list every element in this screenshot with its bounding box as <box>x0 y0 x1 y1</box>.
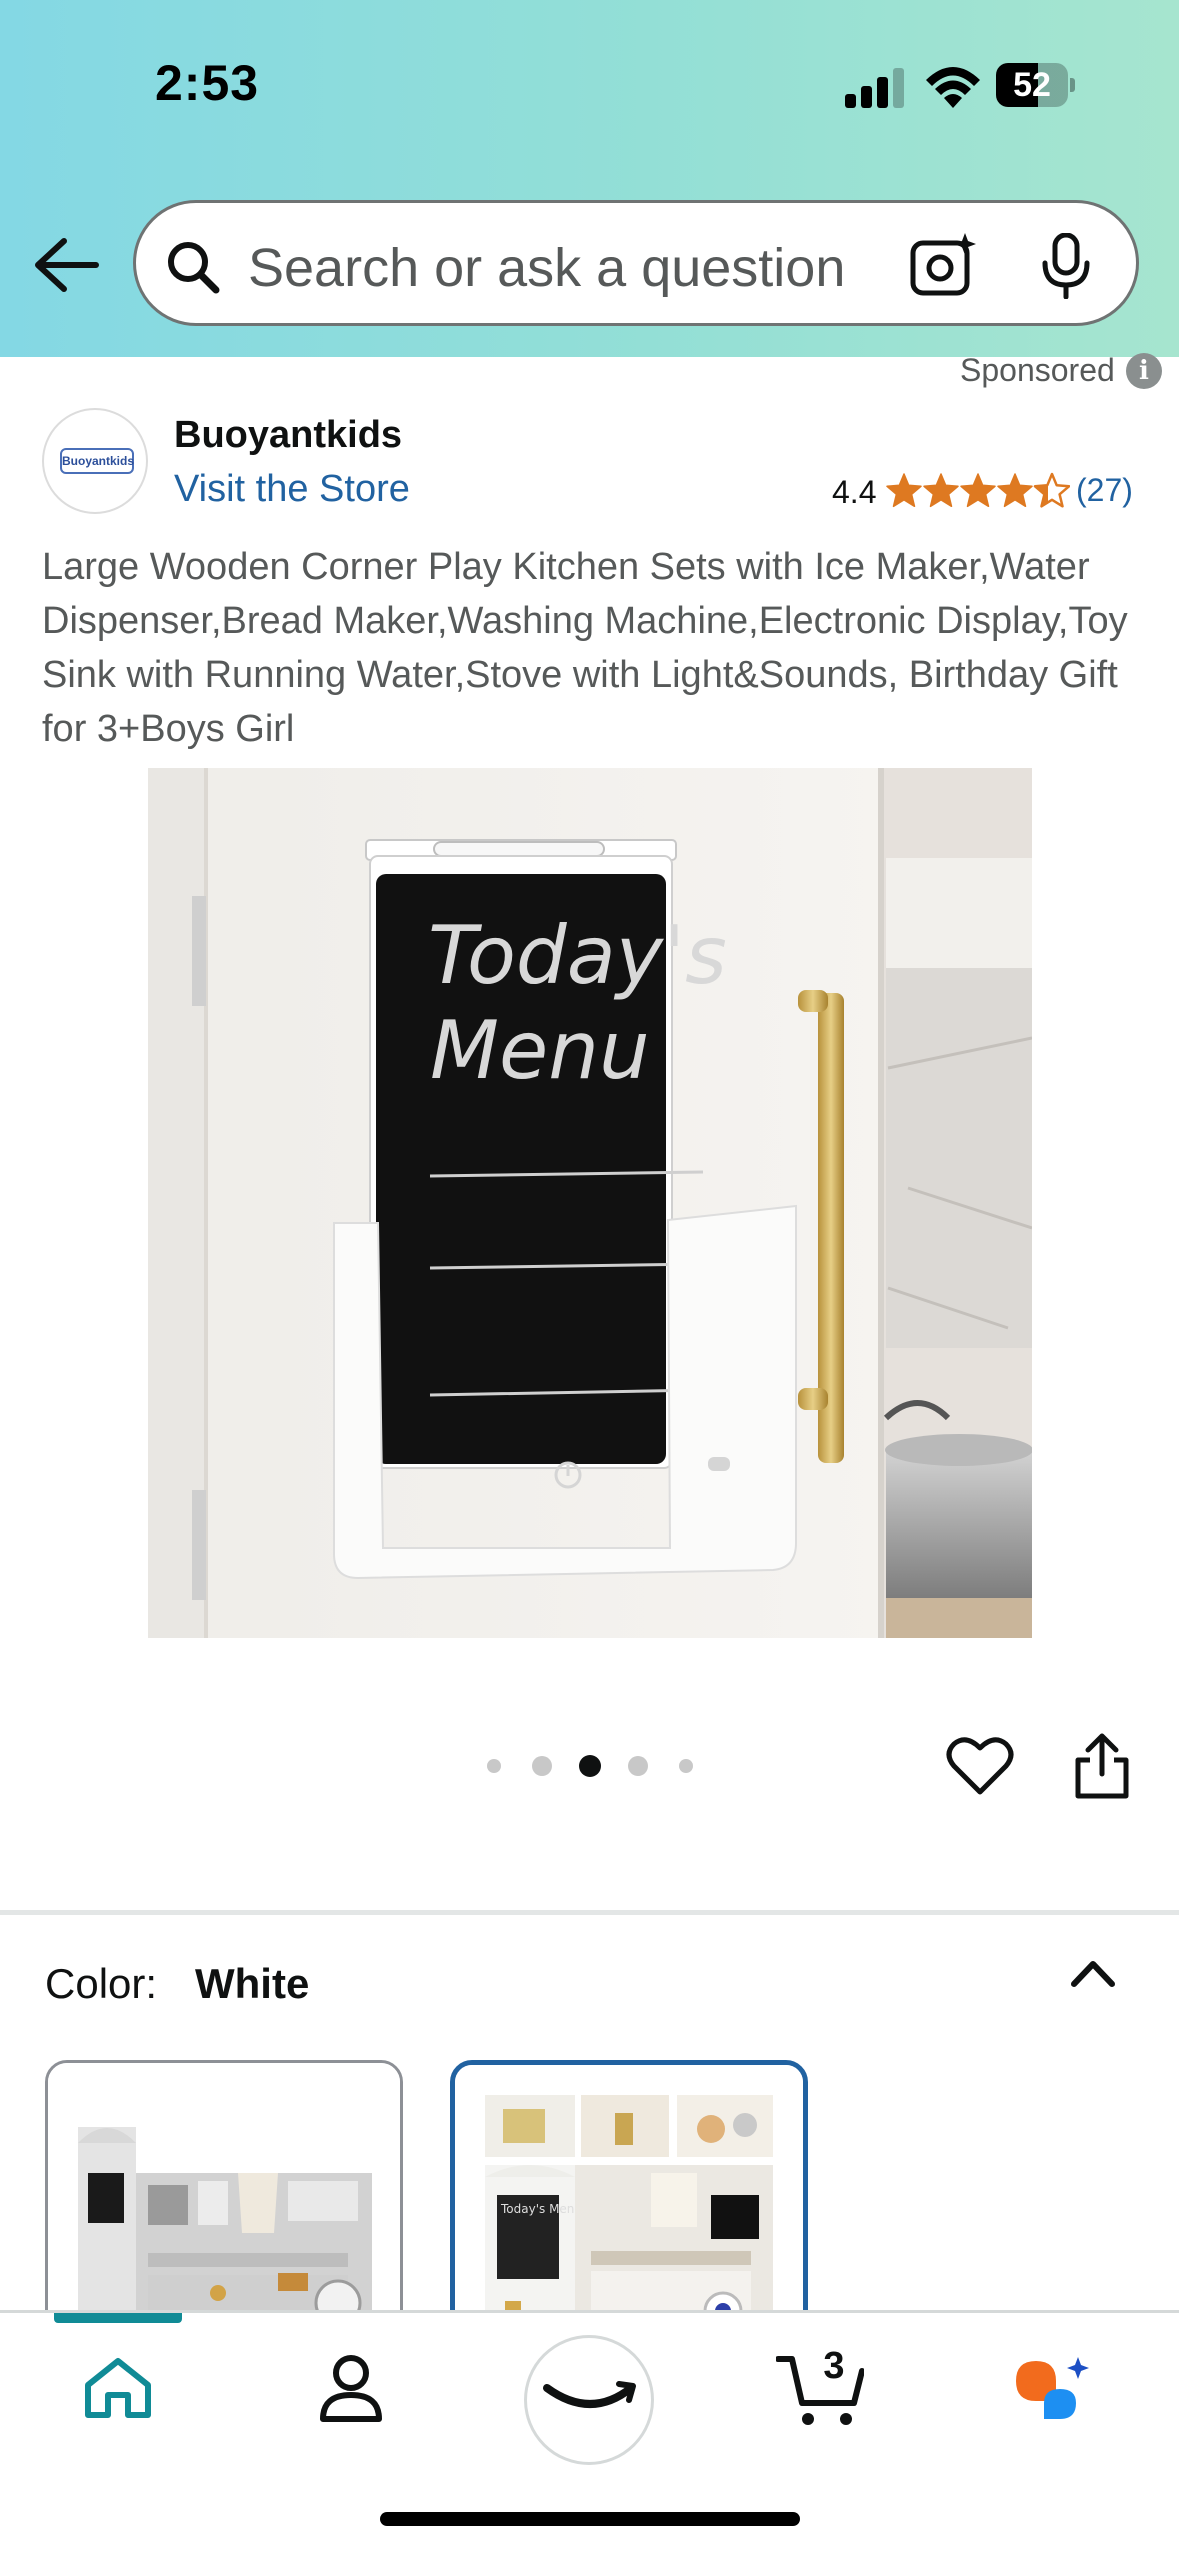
sponsored-label: Sponsored <box>960 352 1115 388</box>
color-label: Color: <box>45 1960 158 2007</box>
search-input[interactable]: Search or ask a question <box>248 237 948 299</box>
carousel-dot[interactable] <box>487 1759 501 1773</box>
star-rating-icon[interactable] <box>886 470 1070 510</box>
home-indicator-bar[interactable] <box>380 2512 800 2526</box>
color-swatch-white[interactable]: Today's Menu <box>450 2060 808 2340</box>
share-icon[interactable] <box>1072 1732 1132 1800</box>
board-text-line-2: Menu <box>430 1004 650 1097</box>
search-icon <box>168 242 220 294</box>
color-swatch-grey[interactable] <box>45 2060 403 2340</box>
product-image[interactable]: Today's Menu <box>148 768 1032 1638</box>
cart-count-badge: 3 <box>823 2345 845 2387</box>
brand-logo[interactable]: Buoyantkids <box>42 408 148 514</box>
swatch-white-image: Today's Menu <box>455 2065 803 2335</box>
swatch-board-text: Today's Menu <box>500 2202 582 2216</box>
wifi-icon <box>926 67 980 108</box>
battery-percent: 52 <box>1013 66 1051 104</box>
review-count-link[interactable]: (27) <box>1076 472 1133 509</box>
search-bar[interactable]: Search or ask a question <box>133 200 1139 326</box>
carousel-dot[interactable] <box>579 1755 601 1777</box>
heart-icon[interactable] <box>946 1734 1014 1796</box>
microphone-icon[interactable] <box>1040 233 1092 299</box>
camera-lens-icon[interactable] <box>909 231 981 299</box>
color-value: White <box>195 1960 310 2007</box>
app-header: 2:53 52 Search or ask a question <box>0 0 1179 357</box>
section-divider <box>0 1910 1179 1915</box>
amazon-smile-icon <box>543 2381 636 2408</box>
brand-name: Buoyantkids <box>174 414 403 456</box>
account-icon[interactable] <box>318 2353 384 2423</box>
info-icon[interactable]: i <box>1126 353 1162 389</box>
amazon-logo-button[interactable] <box>524 2335 654 2465</box>
rufus-assistant-icon[interactable] <box>1012 2355 1096 2425</box>
home-icon[interactable] <box>82 2355 154 2421</box>
product-photo: Today's Menu <box>148 768 1032 1638</box>
swatch-grey-image <box>48 2063 400 2337</box>
back-arrow-icon[interactable] <box>30 235 104 295</box>
brand-logo-wordmark: Buoyantkids <box>60 448 134 474</box>
carousel-dot[interactable] <box>532 1756 552 1776</box>
board-text-line-1: Today's <box>428 909 727 1002</box>
active-tab-indicator <box>54 2313 182 2323</box>
chevron-up-icon[interactable] <box>1068 1952 1118 1992</box>
carousel-dot[interactable] <box>628 1756 648 1776</box>
visit-store-link[interactable]: Visit the Store <box>174 468 410 511</box>
rating-value: 4.4 <box>832 474 877 510</box>
product-title[interactable]: Large Wooden Corner Play Kitchen Sets wi… <box>42 540 1152 756</box>
battery-icon: 52 <box>996 63 1075 107</box>
carousel-dot[interactable] <box>679 1759 693 1773</box>
cellular-signal-icon <box>845 68 904 108</box>
status-time: 2:53 <box>155 55 260 111</box>
